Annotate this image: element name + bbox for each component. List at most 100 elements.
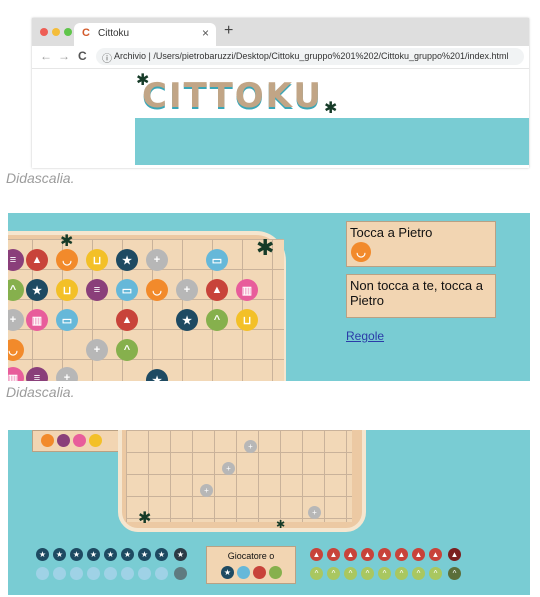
- star-icon[interactable]: ★: [138, 548, 151, 561]
- graduation-cap-icon: [269, 566, 282, 579]
- hat-icon[interactable]: ▲: [448, 548, 461, 561]
- star-icon[interactable]: ★: [36, 548, 49, 561]
- hat-icon[interactable]: ▲: [395, 548, 408, 561]
- plus-icon[interactable]: +: [200, 484, 213, 497]
- hat-icon[interactable]: ▲: [344, 548, 357, 561]
- player-pieces-left: ★ ★ ★ ★ ★ ★ ★ ★ ★: [36, 548, 196, 584]
- info-icon[interactable]: ⓘ: [102, 50, 112, 65]
- game-board-screenshot: ≡ ▲ ◡ ⊔ ★ + ▭ ^ ★ ⊔ ≡ ▭ ◡ + ▲ ▥ + ▥ ▭ ▲ …: [8, 213, 530, 381]
- plus-icon[interactable]: +: [222, 462, 235, 475]
- tab-close-icon[interactable]: ×: [202, 26, 209, 40]
- hat-icon[interactable]: ▲: [429, 548, 442, 561]
- suitcase-icon[interactable]: [155, 567, 168, 580]
- address-bar: ← → C ⓘ Archivio | /Users/pietrobaruzzi/…: [32, 46, 529, 69]
- plus-icon[interactable]: +: [86, 339, 108, 361]
- star-icon[interactable]: ★: [116, 249, 138, 271]
- cup-icon[interactable]: ◡: [56, 249, 78, 271]
- star-icon[interactable]: ★: [121, 548, 134, 561]
- hat-icon[interactable]: ▲: [26, 249, 48, 271]
- reload-icon[interactable]: C: [78, 49, 87, 63]
- rules-link[interactable]: Regole: [346, 329, 384, 343]
- graduation-cap-icon[interactable]: ^: [378, 567, 391, 580]
- trash-icon[interactable]: ▥: [26, 309, 48, 331]
- badge-icon[interactable]: ≡: [86, 279, 108, 301]
- badge-icon: [57, 434, 70, 447]
- favicon-icon: C: [82, 27, 90, 39]
- tab-bar: C Cittoku × +: [32, 18, 529, 46]
- suitcase-icon: [237, 566, 250, 579]
- suitcase-icon[interactable]: [36, 567, 49, 580]
- star-icon: ★: [221, 566, 234, 579]
- palm-tree-icon: ✱: [138, 510, 152, 527]
- graduation-cap-icon[interactable]: ^: [310, 567, 323, 580]
- close-window-button[interactable]: [40, 28, 48, 36]
- page-sea-banner: [135, 118, 529, 165]
- suitcase-icon[interactable]: ▭: [206, 249, 228, 271]
- suitcase-icon[interactable]: [53, 567, 66, 580]
- star-icon[interactable]: ★: [104, 548, 117, 561]
- hand-card: [32, 430, 124, 452]
- plus-icon[interactable]: +: [146, 249, 168, 271]
- trash-icon[interactable]: ▥: [236, 279, 258, 301]
- tab-title: Cittoku: [98, 28, 130, 39]
- suitcase-icon[interactable]: ▭: [56, 309, 78, 331]
- suitcase-icon[interactable]: ▭: [116, 279, 138, 301]
- cup-icon[interactable]: ◡: [146, 279, 168, 301]
- star-icon[interactable]: ★: [70, 548, 83, 561]
- cart-icon[interactable]: ⊔: [56, 279, 78, 301]
- back-icon[interactable]: ←: [40, 49, 52, 63]
- cart-icon[interactable]: ⊔: [236, 309, 258, 331]
- suitcase-icon[interactable]: [104, 567, 117, 580]
- turn-text: Tocca a Pietro: [350, 225, 433, 240]
- star-icon[interactable]: ★: [53, 548, 66, 561]
- star-icon[interactable]: ★: [155, 548, 168, 561]
- hat-icon[interactable]: ▲: [378, 548, 391, 561]
- new-tab-button[interactable]: +: [224, 22, 233, 40]
- star-icon[interactable]: ★: [174, 548, 187, 561]
- url-text: Archivio | /Users/pietrobaruzzi/Desktop/…: [114, 51, 509, 61]
- graduation-cap-icon[interactable]: ^: [116, 339, 138, 361]
- graduation-cap-icon[interactable]: ^: [412, 567, 425, 580]
- suitcase-icon[interactable]: [87, 567, 100, 580]
- suitcase-icon[interactable]: [138, 567, 151, 580]
- palm-tree-icon: ✱: [324, 100, 338, 117]
- caption: Didascalia.: [6, 384, 75, 400]
- star-icon[interactable]: ★: [176, 309, 198, 331]
- graduation-cap-icon[interactable]: ^: [448, 567, 461, 580]
- star-icon[interactable]: ★: [26, 279, 48, 301]
- suitcase-icon[interactable]: [121, 567, 134, 580]
- hat-icon[interactable]: ▲: [116, 309, 138, 331]
- palm-tree-icon: ✱: [256, 235, 275, 260]
- message-text: Non tocca a te, tocca a Pietro: [350, 278, 483, 308]
- graduation-cap-icon[interactable]: ^: [206, 309, 228, 331]
- url-field[interactable]: ⓘ Archivio | /Users/pietrobaruzzi/Deskto…: [96, 48, 524, 65]
- browser-tab[interactable]: C Cittoku ×: [74, 23, 216, 46]
- graduation-cap-icon[interactable]: ^: [361, 567, 374, 580]
- graduation-cap-icon[interactable]: ^: [327, 567, 340, 580]
- graduation-cap-icon[interactable]: ^: [344, 567, 357, 580]
- suitcase-icon[interactable]: [70, 567, 83, 580]
- star-icon[interactable]: ★: [87, 548, 100, 561]
- hat-icon[interactable]: ▲: [206, 279, 228, 301]
- plus-icon[interactable]: +: [244, 440, 257, 453]
- plus-icon[interactable]: +: [176, 279, 198, 301]
- minimize-window-button[interactable]: [52, 28, 60, 36]
- hat-icon[interactable]: ▲: [412, 548, 425, 561]
- graduation-cap-icon[interactable]: ^: [429, 567, 442, 580]
- browser-window: C Cittoku × + ← → C ⓘ Archivio | /Users/…: [32, 18, 529, 168]
- cart-icon: [89, 434, 102, 447]
- hat-icon[interactable]: ▲: [361, 548, 374, 561]
- hat-icon[interactable]: ▲: [310, 548, 323, 561]
- palm-tree-icon: ✱: [136, 72, 150, 89]
- hat-icon[interactable]: ▲: [327, 548, 340, 561]
- hat-icon: [253, 566, 266, 579]
- maximize-window-button[interactable]: [64, 28, 72, 36]
- graduation-cap-icon[interactable]: ^: [395, 567, 408, 580]
- cup-icon: ◡: [351, 242, 371, 262]
- suitcase-icon[interactable]: [174, 567, 187, 580]
- turn-card: Tocca a Pietro ◡: [346, 221, 496, 267]
- forward-icon[interactable]: →: [58, 49, 70, 63]
- plus-icon[interactable]: +: [308, 506, 321, 519]
- game-overview-screenshot: + + + + ✱ ✱ ★ ★ ★ ★ ★ ★ ★ ★ ★ Giocatore …: [8, 430, 530, 595]
- cart-icon[interactable]: ⊔: [86, 249, 108, 271]
